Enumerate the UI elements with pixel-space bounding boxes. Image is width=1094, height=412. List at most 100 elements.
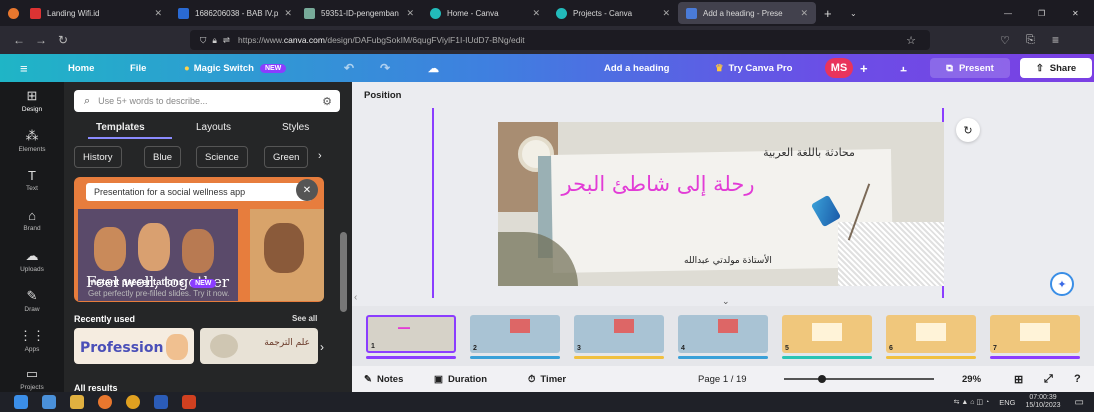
notifications-icon[interactable]: ▭: [1075, 397, 1084, 408]
new-tab-icon[interactable]: +: [816, 0, 842, 26]
position-button[interactable]: Position: [364, 90, 401, 101]
notes-button[interactable]: ✎ Notes: [364, 374, 403, 385]
analytics-icon[interactable]: ⫠: [900, 54, 907, 82]
present-button[interactable]: ⧉ Present: [930, 58, 1010, 78]
browser-tab[interactable]: 1686206038 - BAB IV.p ✕: [170, 0, 296, 26]
bookmark-star-icon[interactable]: ☆: [906, 34, 916, 47]
rail-item-draw[interactable]: ✎ Draw: [0, 288, 64, 313]
chevron-right-icon[interactable]: ›: [318, 150, 322, 162]
tab-styles[interactable]: Styles: [282, 122, 309, 133]
avatar[interactable]: MS: [825, 58, 853, 78]
back-icon[interactable]: ←: [8, 33, 30, 47]
browser-tab-active[interactable]: Add a heading - Prese ✕: [678, 2, 816, 24]
app-taskbar-icon[interactable]: [182, 395, 196, 409]
firefox-icon[interactable]: [0, 0, 22, 26]
menu-icon[interactable]: ≡: [1052, 33, 1059, 47]
slide-title[interactable]: رحلة إلى شاطئ البحر: [558, 172, 758, 196]
zoom-slider-thumb[interactable]: [818, 375, 826, 383]
word-taskbar-icon[interactable]: [154, 395, 168, 409]
hamburger-icon[interactable]: ≡: [20, 54, 28, 82]
file-button[interactable]: File: [130, 54, 146, 82]
cloud-sync-icon[interactable]: ☁: [428, 54, 439, 82]
page-thumbnail[interactable]: 6: [886, 315, 976, 353]
chrome-taskbar-icon[interactable]: [126, 395, 140, 409]
slide-author[interactable]: الأستاذة مولدتي عبدالله: [638, 256, 818, 266]
rail-item-projects[interactable]: ▭ Projects: [0, 366, 64, 391]
page-thumbnail[interactable]: 4: [678, 315, 768, 353]
page-indicator[interactable]: Page 1 / 19: [698, 374, 747, 385]
rail-item-uploads[interactable]: ☁ Uploads: [0, 248, 64, 273]
chevron-right-icon[interactable]: ›: [320, 340, 324, 354]
page-thumbnail[interactable]: ▬▬ 1: [366, 315, 456, 353]
browser-tab[interactable]: 59351-ID-pengemban ✕: [296, 0, 422, 26]
reload-icon[interactable]: ↻: [52, 33, 74, 47]
minimize-icon[interactable]: —: [996, 0, 1030, 26]
window-close-icon[interactable]: ✕: [1064, 0, 1094, 26]
restore-icon[interactable]: ❐: [1030, 0, 1064, 26]
try-canva-pro-button[interactable]: ♛ Try Canva Pro: [715, 54, 792, 82]
page-thumbnail[interactable]: 2: [470, 315, 560, 353]
rail-item-text[interactable]: T Text: [0, 168, 64, 192]
help-icon[interactable]: ?: [1074, 373, 1081, 385]
undo-icon[interactable]: ↶: [344, 54, 354, 82]
system-tray-icons[interactable]: ⇆ ▲ ⌂ ◫ ◔: [954, 398, 990, 406]
duration-button[interactable]: ▣ Duration: [434, 374, 487, 385]
redo-icon[interactable]: ↷: [380, 54, 390, 82]
close-icon[interactable]: ✕: [526, 8, 540, 19]
page-thumbnail[interactable]: 7: [990, 315, 1080, 353]
browser-tab[interactable]: Home - Canva ✕: [422, 0, 548, 26]
page-thumbnail[interactable]: 5: [782, 315, 872, 353]
url-field[interactable]: ⛉ 🔒︎ ⇌ https://www. canva.com/design/DAFu…: [190, 30, 930, 50]
file-explorer-icon[interactable]: [70, 395, 84, 409]
zoom-level[interactable]: 29%: [962, 374, 981, 385]
rail-item-design[interactable]: ⊞ Design: [0, 88, 64, 113]
extensions-icon[interactable]: ⎘: [1026, 34, 1035, 47]
share-button[interactable]: ⇧ Share: [1020, 58, 1092, 78]
windows-start-icon[interactable]: [14, 395, 28, 409]
add-collaborator-icon[interactable]: +: [860, 54, 868, 82]
close-icon[interactable]: ✕: [278, 8, 292, 19]
magic-assistant-icon[interactable]: ✦: [1050, 272, 1074, 296]
chevron-down-icon[interactable]: ⌄: [842, 0, 872, 26]
see-all-link[interactable]: See all: [292, 314, 317, 323]
rail-item-brand[interactable]: ⌂ Brand: [0, 208, 64, 232]
task-view-icon[interactable]: [42, 395, 56, 409]
rail-item-apps[interactable]: ⋮⋮ Apps: [0, 328, 64, 353]
close-icon[interactable]: ✕: [794, 8, 808, 19]
close-icon[interactable]: ✕: [296, 179, 318, 201]
filter-chip-blue[interactable]: Blue: [144, 146, 182, 168]
filter-icon[interactable]: ⚙: [322, 95, 332, 108]
filter-chip-history[interactable]: History: [74, 146, 122, 168]
panel-scrollbar[interactable]: [340, 232, 347, 312]
zoom-slider-track[interactable]: [784, 378, 934, 380]
tab-layouts[interactable]: Layouts: [196, 122, 231, 133]
firefox-taskbar-icon[interactable]: [98, 395, 112, 409]
refresh-icon[interactable]: ↻: [956, 118, 980, 142]
page-thumbnail[interactable]: 3: [574, 315, 664, 353]
close-icon[interactable]: ✕: [148, 8, 162, 19]
template-search-input[interactable]: ⌕ Use 5+ words to describe... ⚙: [74, 90, 340, 112]
rail-item-elements[interactable]: ⁂ Elements: [0, 128, 64, 153]
document-title[interactable]: Add a heading: [604, 54, 669, 82]
clock[interactable]: 07:00:39 15/10/2023: [1026, 394, 1061, 410]
scroll-left-icon[interactable]: ‹: [354, 292, 357, 303]
pocket-icon[interactable]: ♡: [1000, 34, 1010, 47]
close-icon[interactable]: ✕: [656, 8, 670, 19]
language-indicator[interactable]: ENG: [999, 398, 1015, 407]
fullscreen-icon[interactable]: ⤢: [1044, 373, 1053, 386]
filter-chip-green[interactable]: Green: [264, 146, 309, 168]
forward-icon[interactable]: →: [30, 33, 52, 47]
home-button[interactable]: Home: [68, 54, 94, 82]
slide-canvas[interactable]: رحلة إلى شاطئ البحر محادثة باللغة العربي…: [498, 122, 944, 286]
browser-tab[interactable]: Projects - Canva ✕: [548, 0, 678, 26]
magic-switch-button[interactable]: ● Magic Switch NEW: [184, 54, 287, 82]
grid-view-icon[interactable]: ⊞: [1014, 373, 1023, 386]
slide-subtitle[interactable]: محادثة باللغة العربية: [754, 146, 864, 159]
recent-template-card[interactable]: علم الترجمة: [200, 328, 318, 364]
filter-chip-science[interactable]: Science: [196, 146, 248, 168]
close-icon[interactable]: ✕: [400, 8, 414, 19]
browser-tab[interactable]: Landing Wifi.id ✕: [22, 0, 170, 26]
timer-button[interactable]: ⏱︎ Timer: [528, 374, 566, 385]
tab-templates[interactable]: Templates: [96, 122, 145, 133]
recent-template-card[interactable]: Profession: [74, 328, 194, 364]
